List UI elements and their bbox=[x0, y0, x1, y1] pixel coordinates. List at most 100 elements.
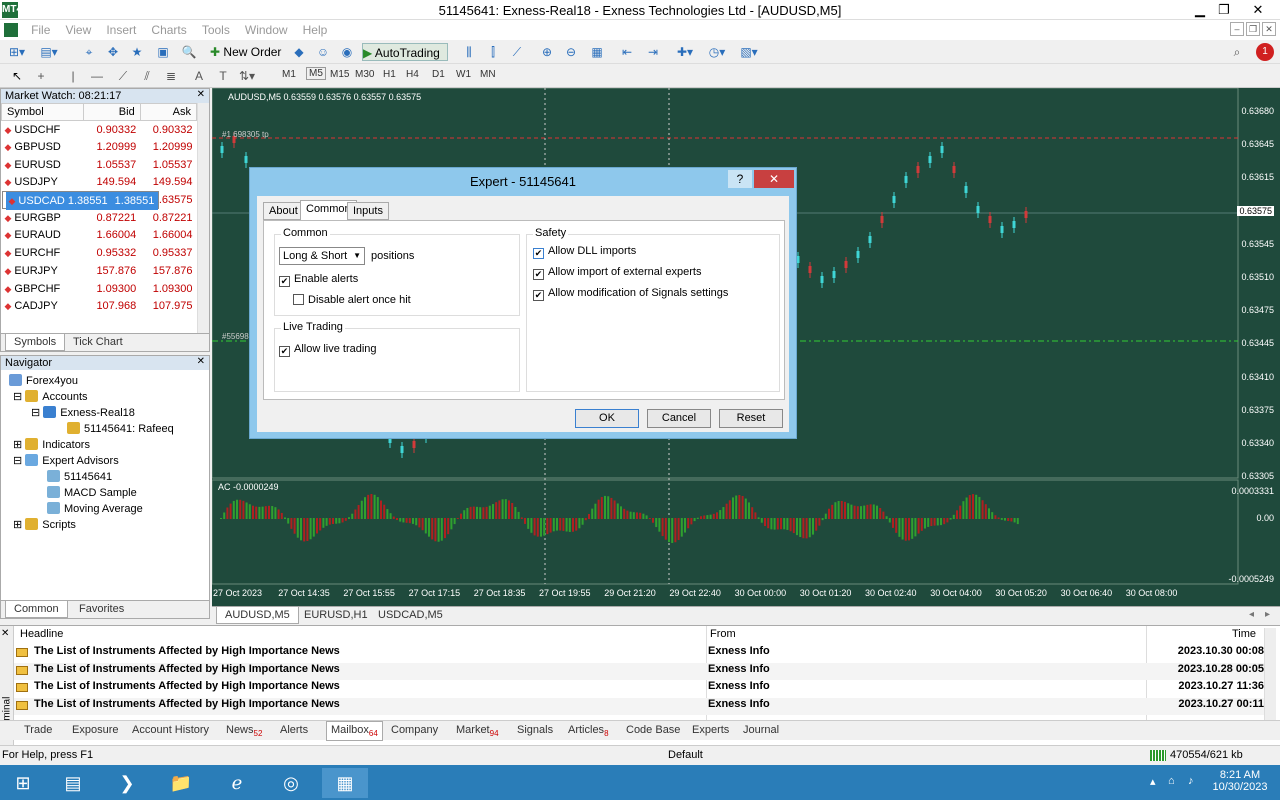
internet-explorer-icon[interactable]: ℯ bbox=[214, 768, 260, 798]
data-window-icon[interactable]: ✥ bbox=[104, 43, 122, 61]
news-row[interactable]: The List of Instruments Affected by High… bbox=[14, 645, 1264, 662]
trendline-icon[interactable]: ⟋ bbox=[114, 67, 132, 85]
col-time[interactable]: Time bbox=[1232, 628, 1256, 640]
menu-help[interactable]: Help bbox=[297, 20, 334, 37]
indicators-icon[interactable]: ✚▾ bbox=[676, 43, 694, 61]
vertical-line-icon[interactable]: | bbox=[64, 67, 82, 85]
dialog-close-button[interactable]: ✕ bbox=[754, 170, 794, 188]
tab-common[interactable]: Common bbox=[5, 601, 68, 618]
terminal-tab-signals[interactable]: Signals bbox=[517, 724, 553, 736]
metatrader-icon[interactable]: ▦ bbox=[322, 768, 368, 798]
market-watch-icon[interactable]: ⌖ bbox=[80, 43, 98, 61]
col-headline[interactable]: Headline bbox=[20, 628, 63, 640]
dialog-tab-inputs[interactable]: Inputs bbox=[347, 202, 389, 220]
tf-w1[interactable]: W1 bbox=[456, 69, 471, 80]
nav-macd-sample[interactable]: MACD Sample bbox=[47, 486, 137, 499]
start-windows-icon[interactable]: ⊞ bbox=[0, 768, 46, 798]
terminal-tab-trade[interactable]: Trade bbox=[24, 724, 52, 736]
new-order-button[interactable]: ✚ New Order bbox=[210, 43, 284, 61]
tray-arrow-icon[interactable]: ▴ bbox=[1150, 775, 1156, 788]
chart-tab-eurusd[interactable]: EURUSD,H1 bbox=[296, 607, 376, 624]
tf-m15[interactable]: M15 bbox=[330, 69, 349, 80]
tf-m30[interactable]: M30 bbox=[355, 69, 374, 80]
nav-expert-advisors[interactable]: ⊟ Expert Advisors bbox=[13, 454, 119, 467]
tf-h4[interactable]: H4 bbox=[406, 69, 419, 80]
tab-favorites[interactable]: Favorites bbox=[71, 601, 132, 618]
market-watch-row[interactable]: EURGBP 0.87221 0.87221 bbox=[2, 209, 197, 227]
reset-button[interactable]: Reset bbox=[719, 409, 783, 428]
enable-alerts-checkbox[interactable]: ✔ Enable alerts bbox=[279, 273, 358, 287]
crosshair-icon[interactable]: + bbox=[32, 67, 50, 85]
minimize-button[interactable]: ▁ bbox=[1188, 1, 1212, 19]
menu-view[interactable]: View bbox=[59, 20, 97, 37]
tray-volume-icon[interactable]: ♪ bbox=[1188, 775, 1194, 787]
terminal-tab-market[interactable]: Market94 bbox=[456, 724, 499, 738]
text-icon[interactable]: A bbox=[190, 67, 208, 85]
terminal-tab-code-base[interactable]: Code Base bbox=[626, 724, 680, 736]
market-watch-row[interactable]: USDCHF 0.90332 0.90332 bbox=[2, 121, 197, 139]
nav-scripts[interactable]: ⊞ Scripts bbox=[13, 518, 76, 531]
disable-alert-checkbox[interactable]: Disable alert once hit bbox=[293, 294, 411, 306]
auto-scroll-icon[interactable]: ⇤ bbox=[618, 43, 636, 61]
tf-d1[interactable]: D1 bbox=[432, 69, 445, 80]
market-watch-row[interactable]: EURJPY 157.876 157.876 bbox=[2, 262, 197, 280]
vps-icon[interactable]: ◉ bbox=[338, 43, 356, 61]
zoom-out-icon[interactable]: ⊖ bbox=[562, 43, 580, 61]
chart-tab-usdcad[interactable]: USDCAD,M5 bbox=[370, 607, 451, 624]
tf-h1[interactable]: H1 bbox=[383, 69, 396, 80]
terminal-scrollbar[interactable] bbox=[1264, 628, 1276, 720]
nav-ea-51145641[interactable]: 51145641 bbox=[47, 470, 112, 483]
powershell-icon[interactable]: ❯ bbox=[104, 768, 150, 798]
tab-tick-chart[interactable]: Tick Chart bbox=[65, 334, 131, 351]
col-ask[interactable]: Ask bbox=[139, 103, 198, 121]
col-symbol[interactable]: Symbol bbox=[0, 103, 85, 121]
nav-account[interactable]: 51145641: Rafeeq bbox=[67, 422, 174, 435]
profiles-icon[interactable]: ▤▾ bbox=[40, 43, 58, 61]
text-label-icon[interactable]: T bbox=[214, 67, 232, 85]
market-watch-row[interactable]: GBPCHF 1.09300 1.09300 bbox=[2, 280, 197, 298]
search-icon[interactable]: ⌕ bbox=[1228, 43, 1246, 61]
line-chart-icon[interactable]: ⟋ bbox=[508, 43, 526, 61]
close-button[interactable]: ✕ bbox=[1246, 1, 1270, 19]
news-row[interactable]: The List of Instruments Affected by High… bbox=[14, 698, 1264, 716]
mdi-restore-icon[interactable]: ❐ bbox=[1246, 22, 1260, 36]
menu-window[interactable]: Window bbox=[239, 20, 294, 37]
terminal-tab-mailbox[interactable]: Mailbox64 bbox=[326, 721, 383, 742]
new-chart-icon[interactable]: ⊞▾ bbox=[8, 43, 26, 61]
market-watch-row[interactable]: GBPUSD 1.20999 1.20999 bbox=[2, 138, 197, 156]
market-watch-row[interactable]: EURUSD 1.05537 1.05537 bbox=[2, 156, 197, 174]
nav-indicators[interactable]: ⊞ Indicators bbox=[13, 438, 90, 451]
tray-clock[interactable]: 8:21 AM 10/30/2023 bbox=[1212, 769, 1268, 793]
templates-icon[interactable]: ▧▾ bbox=[740, 43, 758, 61]
chart-tab-audusd[interactable]: AUDUSD,M5 bbox=[216, 607, 299, 624]
periods-icon[interactable]: ◷▾ bbox=[708, 43, 726, 61]
tray-network-icon[interactable]: ⌂ bbox=[1168, 775, 1175, 787]
strategy-tester-icon[interactable]: 🔍 bbox=[180, 43, 198, 61]
nav-accounts[interactable]: ⊟ Accounts bbox=[13, 390, 88, 403]
nav-moving-average[interactable]: Moving Average bbox=[47, 502, 143, 515]
market-watch-row[interactable]: USDCAD1.385511.38551 bbox=[1, 191, 160, 210]
mdi-minimize-icon[interactable]: – bbox=[1230, 22, 1244, 36]
terminal-tab-news[interactable]: News52 bbox=[226, 724, 262, 738]
market-watch-row[interactable]: USDJPY 149.594 149.594 bbox=[2, 174, 197, 192]
tf-mn[interactable]: MN bbox=[480, 69, 496, 80]
tile-windows-icon[interactable]: ▦ bbox=[588, 43, 606, 61]
terminal-tab-exposure[interactable]: Exposure bbox=[72, 724, 118, 736]
tabs-left-icon[interactable]: ◂ bbox=[1249, 609, 1254, 620]
dialog-help-button[interactable]: ? bbox=[728, 170, 752, 188]
tabs-right-icon[interactable]: ▸ bbox=[1265, 609, 1270, 620]
market-watch-row[interactable]: CADJPY 107.968 107.975 bbox=[2, 297, 197, 315]
tab-symbols[interactable]: Symbols bbox=[5, 334, 66, 351]
terminal-tab-alerts[interactable]: Alerts bbox=[280, 724, 308, 736]
tf-m5[interactable]: M5 bbox=[306, 67, 326, 80]
metaeditor-icon[interactable]: ◆ bbox=[290, 43, 308, 61]
signals-icon[interactable]: ☺ bbox=[314, 43, 332, 61]
candlestick-icon[interactable]: ⫿ bbox=[484, 43, 502, 61]
menu-insert[interactable]: Insert bbox=[100, 20, 142, 37]
cursor-icon[interactable]: ↖ bbox=[8, 67, 26, 85]
autotrading-button[interactable]: ▶ AutoTrading bbox=[362, 43, 448, 61]
news-row[interactable]: The List of Instruments Affected by High… bbox=[14, 662, 1264, 680]
chart-shift-icon[interactable]: ⇥ bbox=[644, 43, 662, 61]
nav-root[interactable]: Forex4you bbox=[9, 374, 78, 387]
positions-select[interactable]: Long & Short ▼ bbox=[279, 247, 365, 265]
